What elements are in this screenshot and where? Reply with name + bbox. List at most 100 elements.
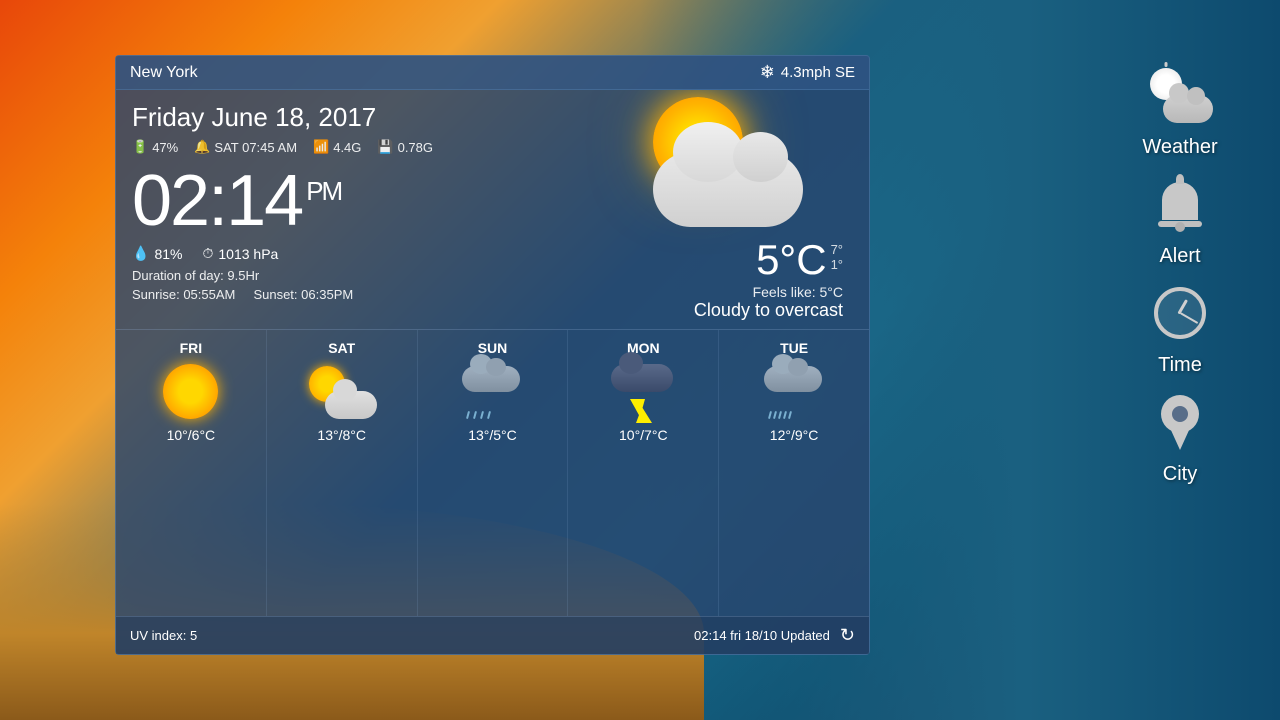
wind-speed: 4.3mph SE (781, 64, 855, 81)
heavy-drop-3 (778, 411, 782, 419)
sunrise-value: 05:55AM (183, 287, 235, 302)
alert-icon-container (1145, 169, 1215, 239)
rain-cloud-icon (457, 364, 527, 419)
time-display: 02:14PM (132, 165, 563, 237)
bell-body (1162, 182, 1198, 220)
date-display: Friday June 18, 2017 (132, 102, 563, 133)
temperature-section: 5°C 7° 1° Feels like: 5°C Cloudy to over… (573, 236, 853, 321)
clock-hour-hand (1177, 299, 1188, 314)
current-weather-display: 5°C 7° 1° Feels like: 5°C Cloudy to over… (573, 102, 853, 321)
forecast-sat-temp: 13°/8°C (317, 427, 366, 443)
battery-value: 47% (152, 140, 178, 155)
weather-widget: New York ❄ 4.3mph SE Friday June 18, 201… (115, 55, 870, 655)
pressure-icon: ⏱ (202, 245, 213, 262)
heavy-drop-2 (773, 411, 777, 419)
rain-drop-2 (473, 411, 477, 419)
widget-top: Friday June 18, 2017 🔋 47% 🔔 SAT 07:45 A… (116, 90, 869, 329)
forecast-section: FRI 10°/6°C SAT 13°/8°C SUN (116, 329, 869, 616)
humidity-detail: 💧 81% (132, 245, 182, 262)
status-bar: 🔋 47% 🔔 SAT 07:45 AM 📶 4.4G 💾 0.78G (132, 139, 563, 155)
time-minutes: 14 (226, 161, 302, 241)
top-left: Friday June 18, 2017 🔋 47% 🔔 SAT 07:45 A… (132, 102, 563, 321)
heavy-rain-cloud-body (764, 366, 822, 392)
sidebar-icons: Weather Alert Time City (1130, 60, 1230, 486)
network-value: 4.4G (333, 140, 361, 155)
heavy-rain-drops (769, 411, 791, 419)
uv-value: 5 (190, 628, 197, 643)
sidebar-item-time[interactable]: Time (1130, 278, 1230, 377)
city-name: New York (130, 64, 198, 82)
updated-time: 02:14 fri 18/10 Updated (694, 628, 830, 643)
time-hours: 02 (132, 161, 208, 241)
alarm-value: SAT 07:45 AM (214, 140, 297, 155)
clock-minute-hand (1180, 312, 1198, 324)
duration-label: Duration of day: (132, 268, 224, 283)
alarm-status: 🔔 SAT 07:45 AM (194, 139, 297, 155)
sidebar-item-city[interactable]: City (1130, 387, 1230, 486)
weather-details: 💧 81% ⏱ 1013 hPa (132, 245, 563, 262)
pressure-value: 1013 hPa (218, 246, 278, 262)
uv-index: UV index: 5 (130, 628, 197, 643)
forecast-fri: FRI 10°/6°C (116, 330, 267, 616)
storage-icon: 💾 (377, 139, 393, 155)
cloud-main (653, 152, 803, 227)
widget-header: New York ❄ 4.3mph SE (116, 56, 869, 90)
duration-value: 9.5Hr (227, 268, 259, 283)
forecast-sat-icon (307, 364, 377, 419)
rain-drops (467, 411, 490, 419)
bell-clapper (1175, 222, 1185, 232)
battery-status: 🔋 47% (132, 139, 178, 155)
sunset-value: 06:35PM (301, 287, 353, 302)
storm-cloud (611, 364, 673, 392)
feels-like: Feels like: 5°C (573, 284, 843, 300)
forecast-tue: TUE 12°/9°C (719, 330, 869, 616)
time-colon: : (208, 161, 226, 241)
forecast-mon-icon (608, 364, 678, 419)
alarm-icon: 🔔 (194, 139, 210, 155)
heavy-rain-icon (759, 364, 829, 419)
wind-icon: ❄ (760, 62, 775, 83)
temp-low: 1° (831, 257, 843, 272)
sidebar-city-label: City (1163, 463, 1197, 486)
storm-icon (608, 364, 678, 419)
wind-info: ❄ 4.3mph SE (760, 62, 855, 83)
forecast-fri-icon (156, 364, 226, 419)
city-icon-container (1145, 387, 1215, 457)
sidebar-cloud (1163, 95, 1213, 123)
weather-sidebar-icon (1148, 68, 1213, 123)
widget-footer: UV index: 5 02:14 fri 18/10 Updated ↻ (116, 616, 869, 654)
humidity-value: 81% (154, 246, 182, 262)
sun-cloud-icon (307, 364, 377, 419)
storage-status: 💾 0.78G (377, 139, 433, 155)
forecast-sat: SAT 13°/8°C (267, 330, 418, 616)
pin-tail (1170, 428, 1190, 450)
main-weather-icon (623, 92, 803, 232)
sunrise-sunset: Sunrise: 05:55AM Sunset: 06:35PM (132, 287, 563, 302)
sunset-label: Sunset: (253, 287, 297, 302)
sidebar-item-weather[interactable]: Weather (1130, 60, 1230, 159)
sun-icon (163, 364, 218, 419)
forecast-fri-label: FRI (180, 340, 203, 356)
refresh-button[interactable]: ↻ (840, 625, 855, 646)
network-icon: 📶 (313, 139, 329, 155)
sunrise-label: Sunrise: (132, 287, 180, 302)
mini-cloud (325, 391, 377, 419)
heavy-drop-4 (783, 411, 787, 419)
forecast-tue-icon (759, 364, 829, 419)
forecast-sat-label: SAT (328, 340, 355, 356)
rain-drop-4 (487, 411, 491, 419)
time-icon-container (1145, 278, 1215, 348)
sun-info: Duration of day: 9.5Hr (132, 268, 563, 283)
lightning-icon (630, 399, 645, 417)
forecast-sun: SUN 13°/5°C (418, 330, 569, 616)
footer-right: 02:14 fri 18/10 Updated ↻ (694, 625, 855, 646)
weather-condition: Cloudy to overcast (573, 300, 843, 321)
temp-current: 5°C (756, 236, 827, 284)
sidebar-time-label: Time (1158, 354, 1202, 377)
rain-cloud-body (462, 366, 520, 392)
rain-drop-1 (466, 411, 470, 419)
uv-label: UV index: (130, 628, 186, 643)
sidebar-item-alert[interactable]: Alert (1130, 169, 1230, 268)
rain-drop-3 (480, 411, 484, 419)
weather-icon-container (1145, 60, 1215, 130)
